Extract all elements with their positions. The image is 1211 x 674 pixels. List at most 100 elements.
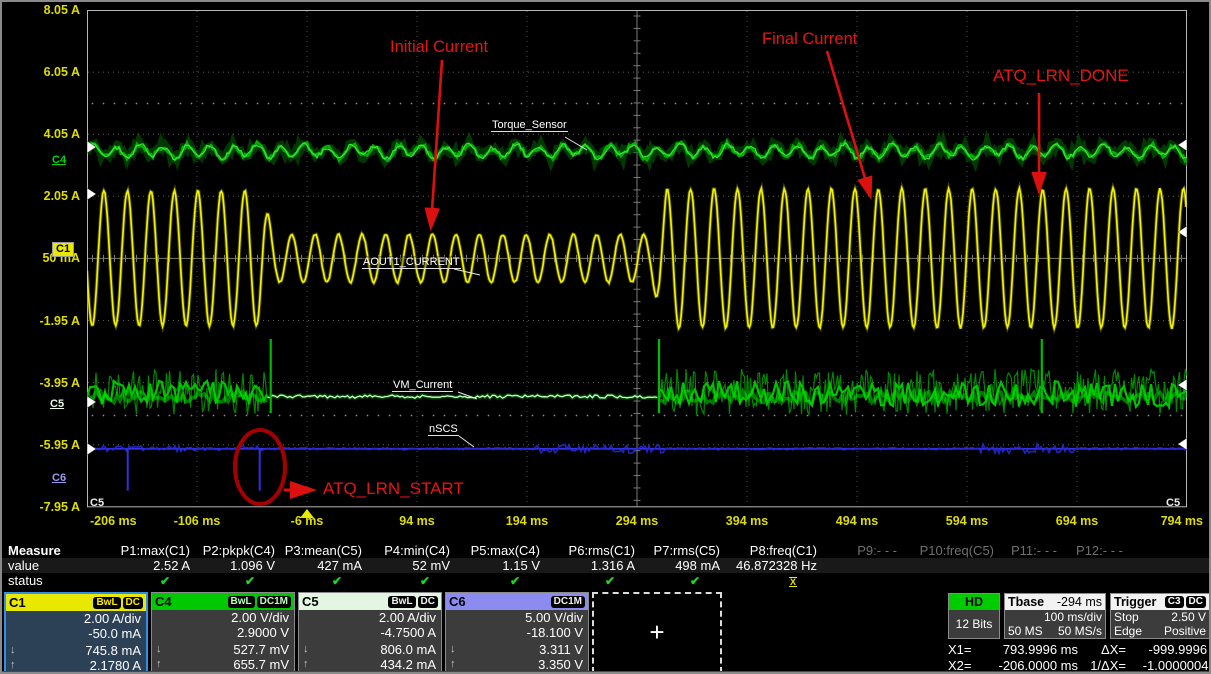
channel-scale: 2.00 A/div (84, 611, 141, 626)
status-ok-icon: ✔ (510, 574, 520, 588)
channel-marker-c5[interactable]: C5 (50, 398, 64, 410)
channel-marker-c1[interactable]: C1 (52, 242, 74, 257)
channel-id-label: C6 (449, 594, 466, 609)
measure-value: 1.316 A (548, 558, 643, 573)
x-axis-label: 294 ms (616, 514, 658, 528)
hd-box-title: HD (949, 594, 999, 610)
channel-min: 806.0 mA (380, 642, 436, 657)
channel-badge-dc1m: DC1M (257, 596, 291, 608)
trigger-mode: Stop (1114, 610, 1139, 624)
annotation-initial-current: Initial Current (390, 38, 488, 57)
trace-label-nscs[interactable]: nSCS (428, 423, 459, 436)
measure-column-header[interactable]: P5:max(C4) (458, 543, 548, 558)
min-arrow-icon: ↓ (450, 642, 456, 657)
annotation-atq-lrn-start: ATQ_LRN_START (323, 479, 464, 499)
channel-offset: -50.0 mA (88, 626, 141, 641)
measure-status: ✔ (198, 573, 283, 588)
measure-column-header[interactable]: P11:- - - (1002, 543, 1065, 558)
measure-value: 1.15 V (458, 558, 548, 573)
channel-id-label: C1 (9, 595, 26, 610)
measure-status (1002, 573, 1065, 588)
measure-column-header[interactable]: P4:min(C4) (370, 543, 458, 558)
measure-status: ✔ (370, 573, 458, 588)
y-axis-label: -7.95 A (2, 500, 80, 514)
measure-status (1065, 573, 1131, 588)
channel-offset: -18.100 V (527, 625, 583, 640)
channel-marker-c4[interactable]: C4 (52, 154, 66, 166)
trigger-box[interactable]: Trigger C3 DC Stop 2.50 V Edge Positive (1110, 593, 1210, 639)
tbase-memory: 50 MS (1008, 624, 1043, 638)
trigger-slope: Positive (1164, 624, 1206, 638)
channel-marker-c6[interactable]: C6 (52, 472, 66, 484)
x-axis-label: 694 ms (1056, 514, 1098, 528)
measure-column-header[interactable]: P9:- - - (825, 543, 905, 558)
trace-label-torque-sensor[interactable]: Torque_Sensor (491, 119, 568, 132)
trigger-type: Edge (1114, 624, 1142, 638)
measure-status (905, 573, 1002, 588)
trace-label-leaders (454, 137, 587, 447)
y-axis-label: -3.95 A (2, 376, 80, 390)
measure-column-header[interactable]: P2:pkpk(C4) (198, 543, 283, 558)
hd-bits-label: 12 Bits (949, 610, 999, 638)
channel-badge-dc: DC (418, 596, 438, 608)
status-ok-icon: ✔ (160, 574, 170, 588)
measure-value (1065, 558, 1131, 573)
add-trace-button[interactable]: + (592, 592, 722, 673)
annotation-atq-lrn-done: ATQ_LRN_DONE (993, 66, 1129, 86)
y-axis-label: -1.95 A (2, 314, 80, 328)
hd-acquisition-box[interactable]: HD 12 Bits (948, 593, 1000, 639)
channel-scale: 2.00 A/div (379, 610, 436, 625)
measure-column-header[interactable]: P3:mean(C5) (283, 543, 370, 558)
channel-box-c5[interactable]: C5BwLDC2.00 A/div-4.7500 A↓806.0 mA↑434.… (298, 592, 442, 673)
min-arrow-icon: ↓ (10, 643, 16, 658)
measure-status: ✔ (458, 573, 548, 588)
measure-status: ✔ (643, 573, 728, 588)
channel-box-c4[interactable]: C4BwLDC1M2.00 V/div2.9000 V↓527.7 mV↑655… (151, 592, 295, 673)
measure-value: 1.096 V (198, 558, 283, 573)
channel-max: 434.2 mA (380, 657, 436, 672)
dx-value: -999.9996 ms (1130, 642, 1211, 658)
status-ok-icon: ✔ (332, 574, 342, 588)
channel-box-c6[interactable]: C6DC1M5.00 V/div-18.100 V↓3.311 V↑3.350 … (445, 592, 589, 673)
measure-column-header[interactable]: P8:freq(C1) (728, 543, 825, 558)
channel-id-label: C5 (302, 594, 319, 609)
measure-value (825, 558, 905, 573)
trigger-position-marker[interactable] (300, 509, 314, 518)
y-axis-label: 2.05 A (2, 189, 80, 203)
trace-label-vm-current[interactable]: VM_Current (392, 379, 453, 392)
max-arrow-icon: ↑ (450, 657, 456, 672)
channel-badge-bwl: BwL (228, 596, 255, 608)
trigger-coupling-badge: DC (1186, 596, 1206, 608)
x1-value: 793.9996 ms (982, 642, 1078, 658)
channel-offset: 2.9000 V (237, 625, 289, 640)
measure-status: ✔ (118, 573, 198, 588)
channel-box-c1[interactable]: C1BwLDC2.00 A/div-50.0 mA↓745.8 mA↑2.178… (4, 592, 148, 673)
status-ok-icon: ✔ (605, 574, 615, 588)
measure-column-header[interactable]: P10:freq(C5) (905, 543, 1002, 558)
status-ok-icon: ✔ (245, 574, 255, 588)
trigger-source-badge: C3 (1165, 596, 1184, 608)
dx-label: ΔX= (1078, 642, 1130, 658)
x-axis-label: -206 ms (90, 514, 137, 528)
measure-column-header[interactable]: P12:- - - (1065, 543, 1131, 558)
measure-column-header[interactable]: P6:rms(C1) (548, 543, 643, 558)
y-axis-label: 4.05 A (2, 127, 80, 141)
measure-value: 2.52 A (118, 558, 198, 573)
measure-status: ✔ (548, 573, 643, 588)
channel-descriptor-boxes: C1BwLDC2.00 A/div-50.0 mA↓745.8 mA↑2.178… (4, 592, 722, 673)
measure-column-header[interactable]: P7:rms(C5) (643, 543, 728, 558)
timebase-box[interactable]: Tbase -294 ms 100 ms/div 50 MS 50 MS/s (1004, 593, 1106, 639)
tbase-samplerate: 50 MS/s (1058, 624, 1102, 638)
measure-column-header[interactable]: P1:max(C1) (118, 543, 198, 558)
measure-value: 498 mA (643, 558, 728, 573)
channel-offset: -4.7500 A (380, 625, 436, 640)
status-ok-icon: ✔ (690, 574, 700, 588)
bottom-divider (2, 671, 1209, 673)
max-arrow-icon: ↑ (303, 657, 309, 672)
measure-row-label: value (2, 558, 118, 573)
measure-value (1002, 558, 1065, 573)
trace-label-aout1-current[interactable]: AOUT1_CURRENT (362, 256, 461, 269)
measure-row-label: Measure (2, 543, 118, 558)
trigger-title: Trigger (1114, 595, 1156, 609)
measure-table: MeasureP1:max(C1)P2:pkpk(C4)P3:mean(C5)P… (2, 543, 1211, 588)
